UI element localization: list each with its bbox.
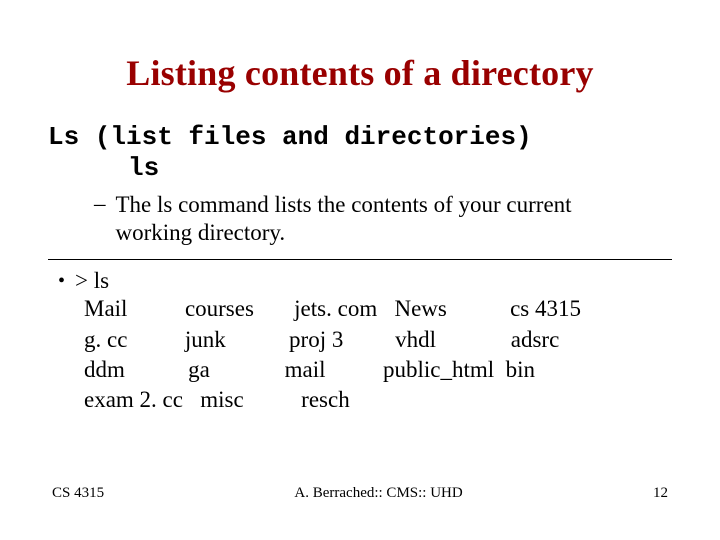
slide: Listing contents of a directory Ls (list… — [0, 0, 720, 540]
prompt-line: > ls — [75, 268, 109, 294]
command-name: ls — [128, 153, 672, 183]
example-row: • > ls — [58, 268, 672, 294]
footer-right: 12 — [653, 485, 668, 502]
description-text: The ls command lists the contents of you… — [116, 191, 636, 246]
bullet-icon: • — [58, 270, 65, 293]
footer-center: A. Berrached:: CMS:: UHD — [294, 485, 462, 502]
slide-body: Ls (list files and directories) ls – The… — [0, 122, 720, 416]
ls-output: Mail courses jets. com News cs 4315 g. c… — [84, 294, 672, 415]
command-intro: Ls (list files and directories) — [48, 122, 672, 152]
dash-icon: – — [94, 191, 106, 217]
separator-line — [48, 259, 672, 260]
slide-title: Listing contents of a directory — [0, 0, 720, 94]
description-row: – The ls command lists the contents of y… — [94, 191, 672, 246]
footer-left: CS 4315 — [52, 485, 104, 502]
footer: CS 4315 A. Berrached:: CMS:: UHD 12 — [0, 485, 720, 502]
